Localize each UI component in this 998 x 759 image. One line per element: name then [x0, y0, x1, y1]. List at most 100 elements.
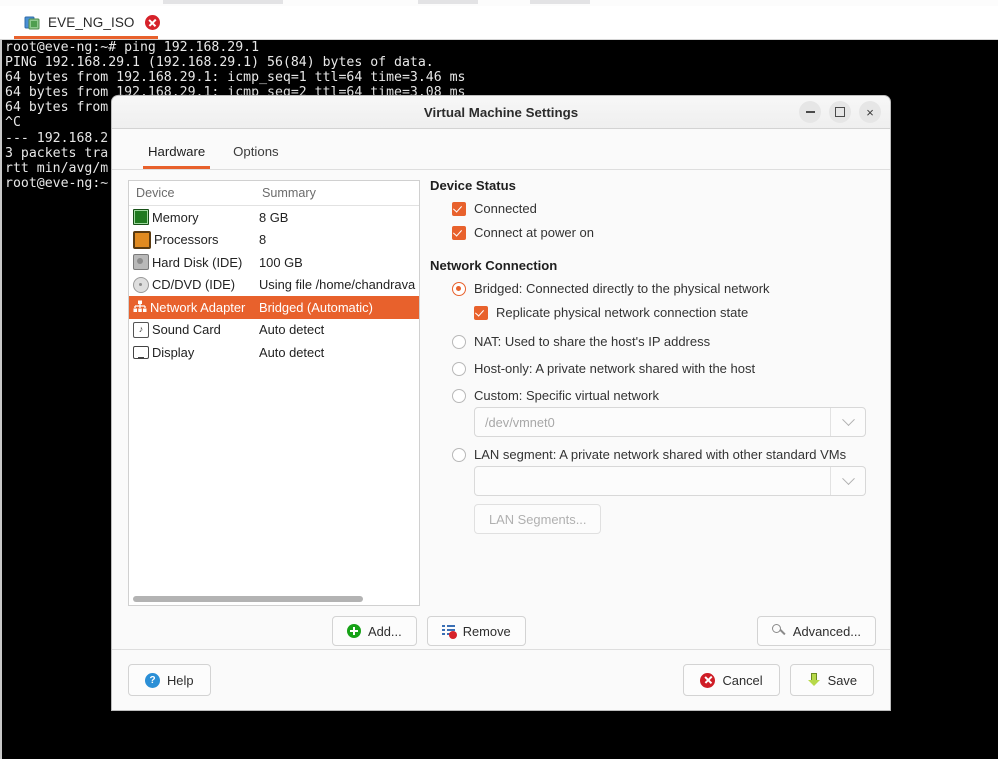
device-summary: Bridged (Automatic): [259, 299, 373, 315]
maximize-icon[interactable]: [829, 101, 851, 123]
radio-bridged[interactable]: Bridged: Connected directly to the physi…: [430, 281, 878, 296]
toolbar-ghost-item: [418, 0, 478, 4]
checkbox-connected[interactable]: Connected: [430, 201, 878, 216]
add-button[interactable]: Add...: [332, 616, 417, 646]
custom-virtual-network-select[interactable]: /dev/vmnet0: [474, 407, 866, 437]
window-controls: ×: [799, 101, 881, 123]
harddisk-icon: [133, 254, 149, 271]
checkbox-label: Replicate physical network connection st…: [496, 305, 749, 320]
tab-eve-ng-iso[interactable]: EVE_NG_ISO: [14, 6, 170, 39]
device-list-horizontal-scrollbar[interactable]: [133, 596, 363, 602]
terminal-line: 64 bytes from 192.168.29.1: icmp_seq=1 t…: [5, 70, 466, 86]
radio-label: Bridged: Connected directly to the physi…: [474, 281, 770, 296]
help-button[interactable]: ? Help: [128, 664, 211, 696]
vm-icon: [24, 14, 41, 31]
device-action-buttons: Add... Remove: [332, 616, 526, 646]
radio-label: Host-only: A private network shared with…: [474, 361, 756, 376]
column-header-device: Device: [136, 186, 175, 200]
close-icon[interactable]: [144, 15, 160, 30]
device-name: CD/DVD (IDE): [152, 277, 236, 293]
display-icon: [133, 345, 149, 360]
tab-options[interactable]: Options: [219, 144, 292, 169]
checkbox-connect-at-power-on[interactable]: Connect at power on: [430, 225, 878, 240]
custom-virtual-network-value: /dev/vmnet0: [485, 414, 555, 430]
device-summary: 100 GB: [259, 254, 303, 270]
table-row[interactable]: Hard Disk (IDE) 100 GB: [129, 251, 419, 274]
terminal-line: root@eve-ng:~# ping 192.168.29.1: [5, 40, 260, 55]
network-icon: [133, 300, 147, 314]
device-name: Sound Card: [152, 322, 221, 338]
remove-button[interactable]: Remove: [426, 616, 526, 646]
terminal-line: PING 192.168.29.1 (192.168.29.1) 56(84) …: [5, 55, 434, 71]
table-row[interactable]: Processors 8: [129, 229, 419, 252]
device-status-heading: Device Status: [430, 178, 516, 193]
device-name: Memory: [152, 209, 199, 225]
advanced-button-wrap: Advanced...: [756, 616, 876, 646]
radio-selected-icon[interactable]: [452, 282, 466, 296]
checkbox-checked-icon[interactable]: [474, 306, 488, 320]
radio-unselected-icon[interactable]: [452, 362, 466, 376]
plus-icon: [347, 624, 361, 638]
virtual-machine-settings-dialog: Virtual Machine Settings × Hardware Opti…: [111, 95, 891, 711]
column-header-summary: Summary: [262, 186, 316, 200]
chevron-down-icon[interactable]: [830, 408, 865, 436]
save-icon: [807, 672, 821, 688]
device-name: Network Adapter: [150, 299, 246, 315]
chevron-down-icon[interactable]: [830, 467, 865, 495]
sound-icon: ♪: [133, 321, 149, 338]
lan-segments-button-label: LAN Segments...: [489, 511, 587, 527]
minimize-icon[interactable]: [799, 101, 821, 123]
advanced-button[interactable]: Advanced...: [756, 616, 876, 646]
network-connection-heading: Network Connection: [430, 258, 558, 273]
table-row[interactable]: Memory 8 GB: [129, 206, 419, 229]
help-icon: ?: [145, 672, 160, 688]
radio-custom[interactable]: Custom: Specific virtual network: [430, 388, 878, 403]
cddvd-icon: [133, 276, 149, 293]
save-button-label: Save: [827, 672, 857, 688]
dialog-title: Virtual Machine Settings: [423, 104, 579, 120]
table-row[interactable]: CD/DVD (IDE) Using file /home/chandrava: [129, 274, 419, 297]
radio-lan-segment[interactable]: LAN segment: A private network shared wi…: [430, 447, 878, 462]
device-summary: Auto detect: [259, 344, 325, 360]
radio-label: LAN segment: A private network shared wi…: [474, 447, 847, 462]
device-summary: 8 GB: [259, 209, 289, 225]
radio-unselected-icon[interactable]: [452, 389, 466, 403]
radio-unselected-icon[interactable]: [452, 448, 466, 462]
close-icon[interactable]: ×: [859, 101, 881, 123]
toolbar-ghost-item: [163, 0, 283, 4]
save-button[interactable]: Save: [789, 664, 874, 696]
radio-label: NAT: Used to share the host's IP address: [474, 334, 711, 349]
checkbox-checked-icon[interactable]: [452, 202, 466, 216]
device-summary: Auto detect: [259, 322, 325, 338]
add-button-label: Add...: [368, 623, 402, 639]
tab-label: EVE_NG_ISO: [48, 15, 135, 30]
checkbox-checked-icon[interactable]: [452, 226, 466, 240]
advanced-button-label: Advanced...: [792, 623, 861, 639]
radio-nat[interactable]: NAT: Used to share the host's IP address: [430, 334, 878, 349]
radio-unselected-icon[interactable]: [452, 335, 466, 349]
device-name: Display: [152, 344, 195, 360]
lan-segment-select[interactable]: [474, 466, 866, 496]
table-row-network-adapter[interactable]: Network Adapter Bridged (Automatic): [129, 296, 419, 319]
tab-hardware[interactable]: Hardware: [134, 144, 219, 169]
device-settings-pane: Device Status Connected Connect at power…: [430, 170, 890, 642]
radio-host-only[interactable]: Host-only: A private network shared with…: [430, 361, 878, 376]
device-list[interactable]: Device Summary Memory 8 GB Processors 8 …: [128, 180, 420, 606]
checkbox-replicate-physical-network[interactable]: Replicate physical network connection st…: [430, 305, 878, 320]
magnifier-gear-icon: [771, 624, 786, 638]
remove-button-label: Remove: [462, 623, 511, 639]
help-button-label: Help: [167, 672, 194, 688]
lan-segments-button[interactable]: LAN Segments...: [474, 504, 602, 534]
device-name: Processors: [154, 232, 219, 248]
dialog-tabs: Hardware Options: [112, 129, 890, 170]
table-row[interactable]: Display Auto detect: [129, 341, 419, 364]
radio-label: Custom: Specific virtual network: [474, 388, 659, 403]
remove-icon: [441, 624, 457, 639]
device-summary: 8: [259, 232, 267, 248]
dialog-body: Device Summary Memory 8 GB Processors 8 …: [112, 170, 890, 646]
cancel-button[interactable]: Cancel: [683, 664, 780, 696]
dialog-titlebar[interactable]: Virtual Machine Settings ×: [112, 96, 890, 129]
table-row[interactable]: ♪ Sound Card Auto detect: [129, 319, 419, 342]
device-name: Hard Disk (IDE): [152, 254, 243, 270]
memory-icon: [133, 209, 149, 226]
